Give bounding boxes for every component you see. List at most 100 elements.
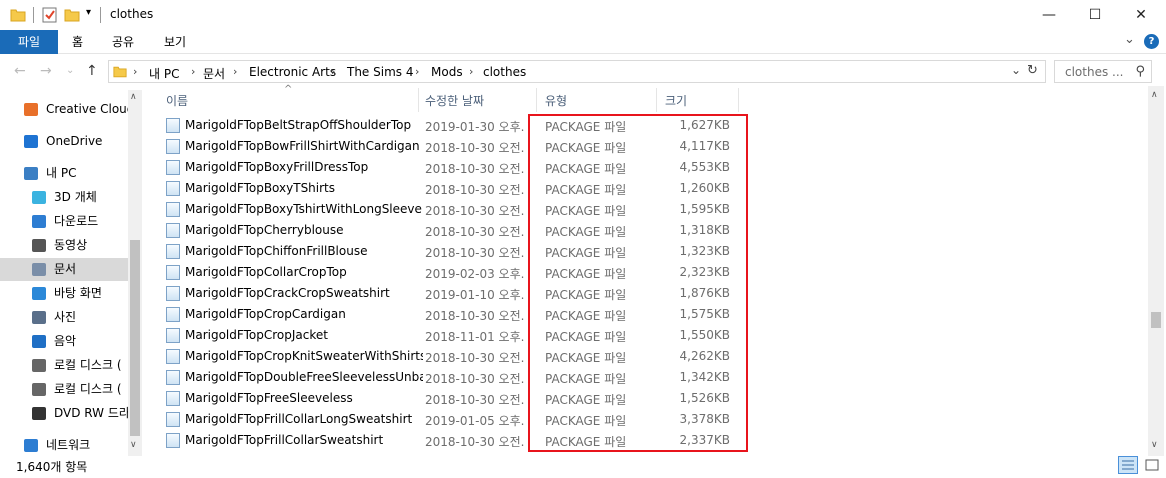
sidebar-item-label: 내 PC bbox=[46, 166, 77, 180]
title-bar: ▾ clothes — ☐ ✕ bbox=[0, 0, 1166, 30]
back-button[interactable]: ← bbox=[14, 63, 26, 79]
sidebar-item[interactable]: 로컬 디스크 ( bbox=[0, 354, 128, 377]
column-divider[interactable] bbox=[418, 88, 419, 112]
properties-icon[interactable] bbox=[42, 6, 58, 23]
tab-view[interactable]: 보기 bbox=[154, 30, 196, 54]
sidebar-item[interactable]: 사진 bbox=[0, 306, 128, 329]
file-icon bbox=[166, 370, 180, 385]
sidebar-item[interactable]: 바탕 화면 bbox=[0, 282, 128, 305]
file-name: MarigoldFTopDoubleFreeSleevelessUnba... bbox=[185, 370, 423, 384]
breadcrumb-the-sims-4[interactable]: The Sims 4 bbox=[347, 65, 413, 79]
file-icon bbox=[166, 412, 180, 427]
column-divider[interactable] bbox=[656, 88, 657, 112]
column-header-name[interactable]: 이름 bbox=[166, 92, 188, 109]
download-icon bbox=[32, 215, 46, 228]
video-icon bbox=[32, 239, 46, 252]
breadcrumb-separator: › bbox=[233, 65, 238, 78]
sidebar-item[interactable]: 3D 개체 bbox=[0, 186, 128, 209]
file-name: MarigoldFTopBeltStrapOffShoulderTop bbox=[185, 118, 412, 132]
dvd-drive-icon bbox=[32, 407, 46, 420]
ribbon-tabs: 파일 홈 공유 보기 ⌄ ? bbox=[0, 30, 1166, 54]
file-name: MarigoldFTopCropCardigan bbox=[185, 307, 346, 321]
column-header-date[interactable]: 수정한 날짜 bbox=[425, 92, 484, 109]
sidebar-item[interactable]: 음악 bbox=[0, 330, 128, 353]
file-date: 2019-01-30 오후... bbox=[425, 120, 525, 134]
address-bar[interactable]: › 내 PC › 문서 › Electronic Arts › The Sims… bbox=[108, 60, 1046, 83]
address-row: ← → ⌄ ↑ › 내 PC › 문서 › Electronic Arts › … bbox=[0, 58, 1166, 86]
creative-cloud-icon bbox=[24, 103, 38, 116]
file-icon bbox=[166, 433, 180, 448]
column-header-type[interactable]: 유형 bbox=[545, 92, 567, 109]
column-divider[interactable] bbox=[536, 88, 537, 112]
help-icon[interactable]: ? bbox=[1144, 34, 1159, 49]
large-icons-view-button[interactable] bbox=[1142, 456, 1162, 474]
file-icon bbox=[166, 181, 180, 196]
breadcrumb-my-pc[interactable]: 내 PC bbox=[149, 65, 179, 82]
file-date: 2018-10-30 오전... bbox=[425, 204, 525, 218]
sidebar-item-label: 문서 bbox=[54, 262, 77, 276]
sidebar-item-label: 음악 bbox=[54, 334, 77, 348]
close-button[interactable]: ✕ bbox=[1118, 0, 1164, 30]
onedrive-icon bbox=[24, 135, 38, 148]
sidebar-item[interactable]: Creative Cloud bbox=[0, 98, 128, 121]
sidebar-item[interactable]: OneDrive bbox=[0, 130, 128, 153]
navigation-pane-scrollbar[interactable]: ∧ ∨ bbox=[128, 90, 142, 456]
refresh-icon[interactable]: ↻ bbox=[1027, 63, 1038, 78]
file-icon bbox=[166, 265, 180, 280]
column-header-size[interactable]: 크기 bbox=[665, 92, 687, 109]
breadcrumb-electronic-arts[interactable]: Electronic Arts bbox=[249, 65, 336, 79]
scroll-down-arrow[interactable]: ∨ bbox=[130, 440, 137, 450]
address-dropdown-icon[interactable]: ⌄ bbox=[1011, 63, 1021, 77]
sidebar-item[interactable]: 로컬 디스크 ( bbox=[0, 378, 128, 401]
file-name: MarigoldFTopCollarCropTop bbox=[185, 265, 347, 279]
sidebar-item-label: 로컬 디스크 ( bbox=[54, 358, 122, 372]
file-date: 2018-11-01 오후... bbox=[425, 330, 525, 344]
folder-icon bbox=[113, 66, 127, 78]
minimize-button[interactable]: — bbox=[1026, 0, 1072, 30]
column-divider[interactable] bbox=[738, 88, 739, 112]
tab-share[interactable]: 공유 bbox=[102, 30, 144, 54]
tab-file[interactable]: 파일 bbox=[0, 30, 58, 54]
forward-button[interactable]: → bbox=[40, 63, 52, 79]
sidebar-item[interactable]: 동영상 bbox=[0, 234, 128, 257]
sidebar-item[interactable]: 네트워크 bbox=[0, 434, 128, 457]
sidebar-item[interactable]: 내 PC bbox=[0, 162, 128, 185]
file-icon bbox=[166, 160, 180, 175]
new-folder-icon[interactable] bbox=[64, 7, 80, 23]
file-icon bbox=[166, 391, 180, 406]
search-input[interactable]: clothes ... ⚲ bbox=[1054, 60, 1152, 83]
separator bbox=[33, 7, 34, 23]
recent-locations-button[interactable]: ⌄ bbox=[66, 65, 74, 76]
sidebar-item[interactable]: 문서 bbox=[0, 258, 128, 281]
pc-icon bbox=[24, 167, 38, 180]
scroll-up-arrow[interactable]: ∧ bbox=[130, 92, 137, 102]
sidebar-item[interactable]: 다운로드 bbox=[0, 210, 128, 233]
file-icon bbox=[166, 118, 180, 133]
tab-home[interactable]: 홈 bbox=[62, 30, 93, 54]
file-name: MarigoldFTopFrillCollarSweatshirt bbox=[185, 433, 384, 447]
sidebar-item-label: Creative Cloud bbox=[46, 102, 128, 116]
breadcrumb-separator: › bbox=[133, 65, 138, 78]
file-list-scrollbar[interactable]: ∧ ∨ bbox=[1148, 86, 1164, 456]
customize-quick-access-icon[interactable]: ▾ bbox=[86, 7, 91, 18]
breadcrumb-clothes[interactable]: clothes bbox=[483, 65, 526, 79]
file-date: 2018-10-30 오전... bbox=[425, 162, 525, 176]
ribbon-expand-icon[interactable]: ⌄ bbox=[1124, 32, 1135, 47]
breadcrumb-documents[interactable]: 문서 bbox=[203, 65, 225, 82]
scrollbar-thumb[interactable] bbox=[130, 240, 140, 436]
maximize-button[interactable]: ☐ bbox=[1072, 0, 1118, 30]
local-disk-icon bbox=[32, 359, 46, 372]
scroll-down-arrow[interactable]: ∨ bbox=[1151, 440, 1158, 450]
file-name: MarigoldFTopBowFrillShirtWithCardigan bbox=[185, 139, 420, 153]
file-name: MarigoldFTopBoxyTShirts bbox=[185, 181, 336, 195]
breadcrumb-mods[interactable]: Mods bbox=[431, 65, 463, 79]
details-view-button[interactable] bbox=[1118, 456, 1138, 474]
up-button[interactable]: ↑ bbox=[86, 63, 98, 79]
file-name: MarigoldFTopBoxyTshirtWithLongSleeve bbox=[185, 202, 422, 216]
scroll-up-arrow[interactable]: ∧ bbox=[1151, 90, 1158, 100]
file-name: MarigoldFTopCrackCropSweatshirt bbox=[185, 286, 390, 300]
file-date: 2018-10-30 오전... bbox=[425, 309, 525, 323]
scrollbar-thumb[interactable] bbox=[1151, 312, 1161, 328]
sidebar-item[interactable]: DVD RW 드라 bbox=[0, 402, 128, 425]
file-date: 2019-01-10 오후... bbox=[425, 288, 525, 302]
